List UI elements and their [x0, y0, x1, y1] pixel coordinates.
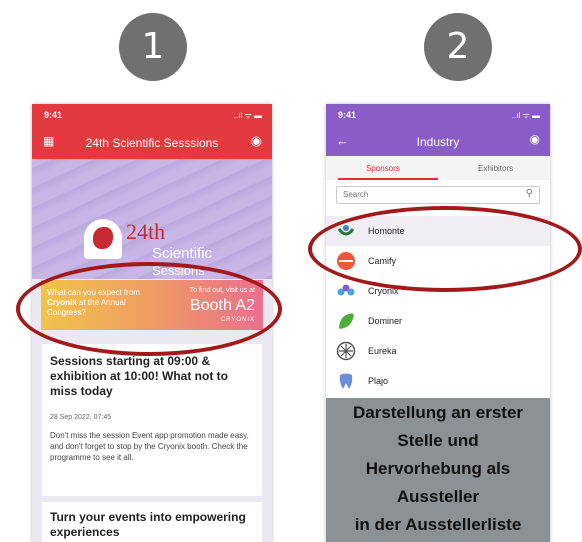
status-icons: ..ıl ᯤ ▬ [511, 111, 540, 120]
plajo-logo-icon [339, 373, 353, 389]
event-logo-mark [93, 227, 113, 249]
caption-box: Darstellung an erster Stelle und Hervorh… [326, 398, 550, 542]
sponsor-item-plajo[interactable]: Plajo [326, 366, 550, 396]
active-tab-indicator [338, 178, 438, 180]
status-icons: ..ıl ᯤ ▬ [233, 111, 262, 120]
highlight-ring-ad [16, 262, 282, 356]
news-card-2[interactable]: Turn your events into empowering experie… [42, 502, 262, 542]
sponsor-name: Plajo [368, 376, 389, 386]
news-date: 28 Sep 2022, 07:45 [50, 414, 112, 421]
sponsor-name: Dominer [368, 316, 403, 326]
app-header: 9:41 ..ıl ᯤ ▬ ▦ 24th Scientific Sesssion… [32, 104, 272, 159]
app-header: 9:41 ..ıl ᯤ ▬ ← Industry ◉ [326, 104, 550, 156]
page-title: Industry [416, 135, 460, 149]
caption-line: in der Ausstellerliste [354, 515, 522, 534]
dominer-logo-icon [339, 313, 354, 329]
page-title: 24th Scientific Sesssions [85, 136, 219, 150]
banner-line-2: Scientific [152, 245, 213, 262]
cryonix-logo-icon [337, 284, 355, 296]
eureka-logo-icon [336, 341, 356, 361]
status-time: 9:41 [338, 110, 357, 120]
user-circle-icon[interactable]: ◉ [251, 133, 262, 149]
caption-line: Aussteller [396, 487, 480, 506]
tab-exhibitors[interactable]: Exhibitors [478, 164, 513, 173]
caption-line: Darstellung an erster [352, 403, 524, 422]
news-headline-2: Turn your events into empowering experie… [50, 510, 246, 539]
step-badge-2: 2 [424, 13, 492, 81]
phone-screen-industry: 9:41 ..ıl ᯤ ▬ ← Industry ◉ Sponsors Exhi… [326, 104, 550, 542]
news-headline: Sessions starting at 09:00 & exhibition … [50, 354, 229, 398]
event-banner: 24th Scientific Sessions [32, 159, 272, 279]
search-input[interactable] [343, 190, 513, 199]
step-badge-1: 1 [119, 13, 187, 81]
caption-line: Hervorhebung als [365, 459, 511, 478]
tab-sponsors[interactable]: Sponsors [366, 164, 400, 173]
search-field[interactable]: ⚲ [336, 186, 540, 204]
sponsor-item-eureka[interactable]: Eureka [326, 336, 550, 366]
tab-bar: Sponsors Exhibitors [326, 156, 550, 180]
sponsor-name: Eureka [368, 346, 397, 356]
news-card[interactable]: Sessions starting at 09:00 & exhibition … [42, 344, 262, 496]
user-circle-icon[interactable]: ◉ [530, 132, 540, 146]
sponsor-item-dominer[interactable]: Dominer [326, 306, 550, 336]
highlight-ring-sponsor [308, 206, 582, 292]
search-icon[interactable]: ⚲ [526, 188, 533, 199]
caption-line: Stelle und [397, 431, 479, 450]
news-body: Don't miss the session Event app promoti… [50, 431, 249, 462]
status-time: 9:41 [44, 110, 63, 120]
banner-line-1: 24th [126, 219, 166, 244]
